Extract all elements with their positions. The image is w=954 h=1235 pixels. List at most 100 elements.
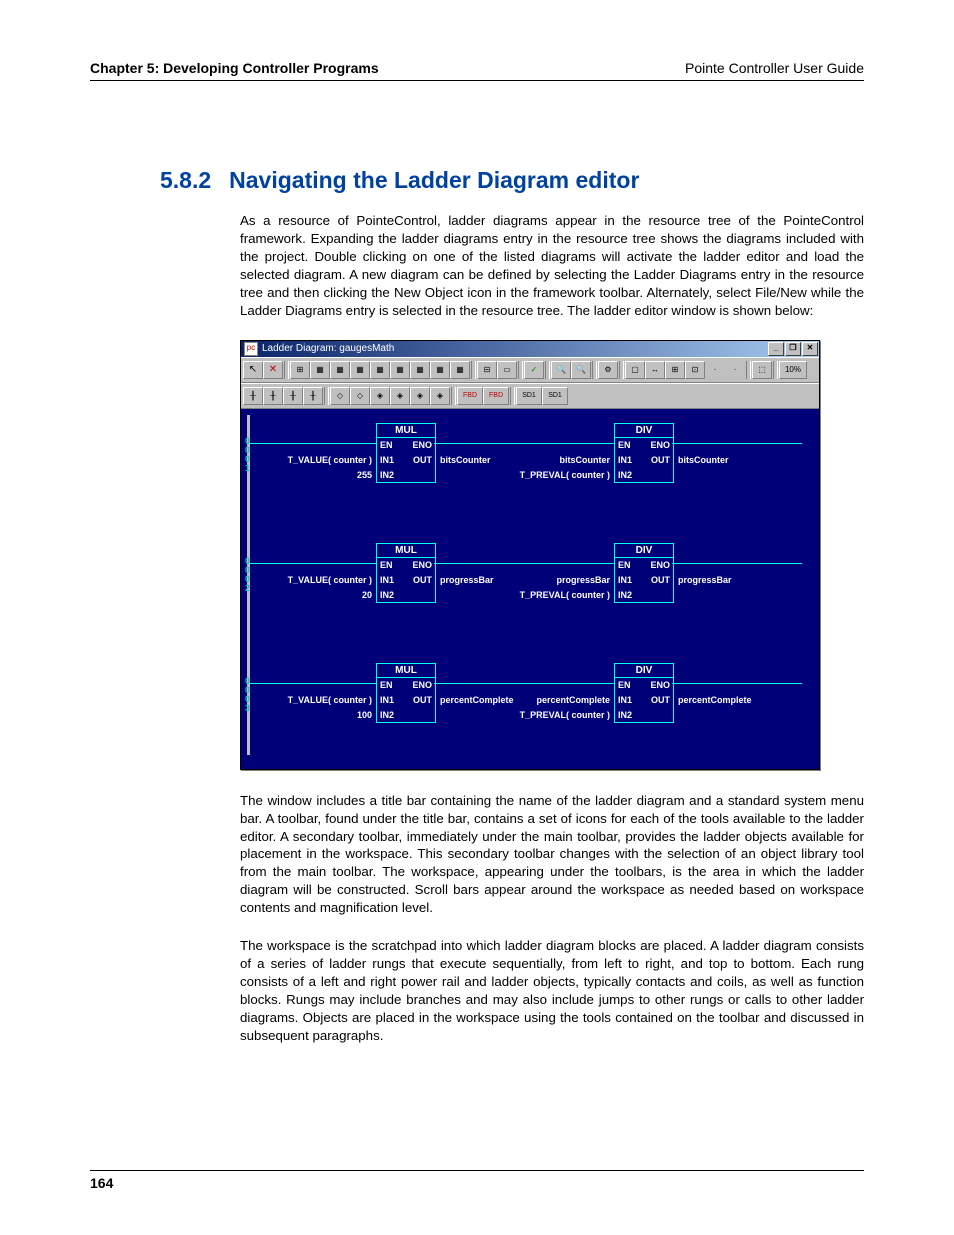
tool-icon[interactable]: ⊡: [685, 361, 705, 379]
ladder-rung[interactable]: 0 0 0 3 MUL EN ENO IN1 OUT IN2 T_VALUE( …: [256, 655, 815, 755]
pin-in2: IN2: [380, 590, 394, 600]
pin-in2: IN2: [618, 590, 632, 600]
output-label: progressBar: [440, 575, 494, 585]
tool-icon[interactable]: ▦: [310, 361, 330, 379]
zoom-out-icon[interactable]: 🔍: [571, 361, 591, 379]
workspace[interactable]: 0 0 0 1 MUL EN ENO IN1 OUT IN2 T_VALUE( …: [241, 409, 819, 769]
check-icon[interactable]: ✓: [524, 361, 544, 379]
pin-out: OUT: [651, 575, 670, 585]
pin-out: OUT: [413, 575, 432, 585]
pin-en: EN: [618, 680, 631, 690]
tool-icon[interactable]: ⬚: [752, 361, 772, 379]
tool-icon[interactable]: ⊞: [665, 361, 685, 379]
input-label: T_VALUE( counter ): [256, 455, 372, 465]
input-label: T_PREVAL( counter ): [494, 590, 610, 600]
input-label: 20: [256, 590, 372, 600]
pin-in2: IN2: [380, 710, 394, 720]
function-block-mul[interactable]: MUL EN ENO IN1 OUT IN2: [376, 423, 436, 483]
section-number: 5.8.2: [160, 167, 211, 193]
tool-icon[interactable]: ▢: [625, 361, 645, 379]
rung-number: 0 0 0 1: [234, 437, 250, 473]
pin-eno: ENO: [412, 440, 432, 450]
coil-icon[interactable]: ◈: [410, 387, 430, 405]
pointer-tool-icon[interactable]: ↖: [243, 361, 263, 379]
sd-icon[interactable]: SD1: [542, 387, 568, 405]
block-title: MUL: [377, 424, 435, 438]
tool-icon[interactable]: ⊟: [477, 361, 497, 379]
pin-eno: ENO: [650, 560, 670, 570]
input-label: T_VALUE( counter ): [256, 575, 372, 585]
coil-icon[interactable]: ◈: [430, 387, 450, 405]
fbd-icon[interactable]: FBD: [457, 387, 483, 405]
output-label: progressBar: [678, 575, 732, 585]
header-right: Pointe Controller User Guide: [685, 60, 864, 76]
page-number: 164: [90, 1170, 864, 1191]
pin-out: OUT: [651, 455, 670, 465]
tool-icon[interactable]: ▦: [350, 361, 370, 379]
tool-icon[interactable]: ▦: [330, 361, 350, 379]
app-icon: pc: [244, 342, 258, 356]
ladder-rung[interactable]: 0 0 0 2 MUL EN ENO IN1 OUT IN2 T_VALUE( …: [256, 535, 815, 635]
window-title: Ladder Diagram: gaugesMath: [262, 343, 394, 354]
function-block-div[interactable]: DIV EN ENO IN1 OUT IN2: [614, 663, 674, 723]
settings-icon[interactable]: ⚙: [598, 361, 618, 379]
tool-icon[interactable]: ▦: [390, 361, 410, 379]
paragraph-3: The workspace is the scratchpad into whi…: [240, 937, 864, 1045]
coil-icon[interactable]: ◈: [370, 387, 390, 405]
sd-icon[interactable]: SD1: [516, 387, 542, 405]
pin-eno: ENO: [650, 680, 670, 690]
coil-icon[interactable]: ◇: [330, 387, 350, 405]
tool-icon[interactable]: ▭: [497, 361, 517, 379]
ladder-editor-window: pc Ladder Diagram: gaugesMath _ ❐ ✕ ↖ ✕ …: [240, 340, 820, 770]
tool-icon[interactable]: ·: [705, 361, 725, 379]
pin-en: EN: [618, 560, 631, 570]
main-toolbar: ↖ ✕ ⊞ ▦ ▦ ▦ ▦ ▦ ▦ ▦ ▦ ⊟ ▭ ✓ 🔍 🔍 ⚙ ▢ ↔ ⊞: [241, 357, 819, 383]
pin-in2: IN2: [618, 470, 632, 480]
pin-out: OUT: [413, 695, 432, 705]
tool-icon[interactable]: ▦: [430, 361, 450, 379]
header-left: Chapter 5: Developing Controller Program…: [90, 60, 379, 76]
zoom-level[interactable]: 10%: [779, 361, 807, 379]
function-block-div[interactable]: DIV EN ENO IN1 OUT IN2: [614, 423, 674, 483]
close-button[interactable]: ✕: [802, 342, 818, 356]
rung-number: 0 0 0 2: [234, 557, 250, 593]
tool-icon[interactable]: ▦: [370, 361, 390, 379]
coil-icon[interactable]: ◇: [350, 387, 370, 405]
contact-icon[interactable]: ╫: [263, 387, 283, 405]
pin-in1: IN1: [380, 455, 394, 465]
function-block-mul[interactable]: MUL EN ENO IN1 OUT IN2: [376, 543, 436, 603]
maximize-button[interactable]: ❐: [785, 342, 801, 356]
input-label: T_PREVAL( counter ): [494, 470, 610, 480]
paragraph-1: As a resource of PointeControl, ladder d…: [240, 212, 864, 320]
tool-icon[interactable]: ▦: [450, 361, 470, 379]
pin-in2: IN2: [380, 470, 394, 480]
delete-tool-icon[interactable]: ✕: [263, 361, 283, 379]
object-toolbar: ╫ ╫ ╫ ╫ ◇ ◇ ◈ ◈ ◈ ◈ FBD FBD SD1 SD1: [241, 383, 819, 409]
input-label: bitsCounter: [494, 455, 610, 465]
contact-icon[interactable]: ╫: [283, 387, 303, 405]
block-title: MUL: [377, 544, 435, 558]
ladder-rung[interactable]: 0 0 0 1 MUL EN ENO IN1 OUT IN2 T_VALUE( …: [256, 415, 815, 515]
fbd-icon[interactable]: FBD: [483, 387, 509, 405]
tool-icon[interactable]: ▦: [410, 361, 430, 379]
input-label: percentComplete: [494, 695, 610, 705]
coil-icon[interactable]: ◈: [390, 387, 410, 405]
section-title-text: Navigating the Ladder Diagram editor: [229, 167, 639, 193]
pin-in1: IN1: [380, 575, 394, 585]
tool-icon[interactable]: ·: [725, 361, 745, 379]
input-label: T_PREVAL( counter ): [494, 710, 610, 720]
contact-icon[interactable]: ╫: [303, 387, 323, 405]
zoom-in-icon[interactable]: 🔍: [551, 361, 571, 379]
tool-icon[interactable]: ⊞: [290, 361, 310, 379]
pin-out: OUT: [651, 695, 670, 705]
pin-in1: IN1: [618, 455, 632, 465]
function-block-mul[interactable]: MUL EN ENO IN1 OUT IN2: [376, 663, 436, 723]
tool-icon[interactable]: ↔: [645, 361, 665, 379]
pin-en: EN: [380, 560, 393, 570]
function-block-div[interactable]: DIV EN ENO IN1 OUT IN2: [614, 543, 674, 603]
output-label: percentComplete: [678, 695, 752, 705]
pin-eno: ENO: [650, 440, 670, 450]
contact-icon[interactable]: ╫: [243, 387, 263, 405]
minimize-button[interactable]: _: [768, 342, 784, 356]
pin-out: OUT: [413, 455, 432, 465]
